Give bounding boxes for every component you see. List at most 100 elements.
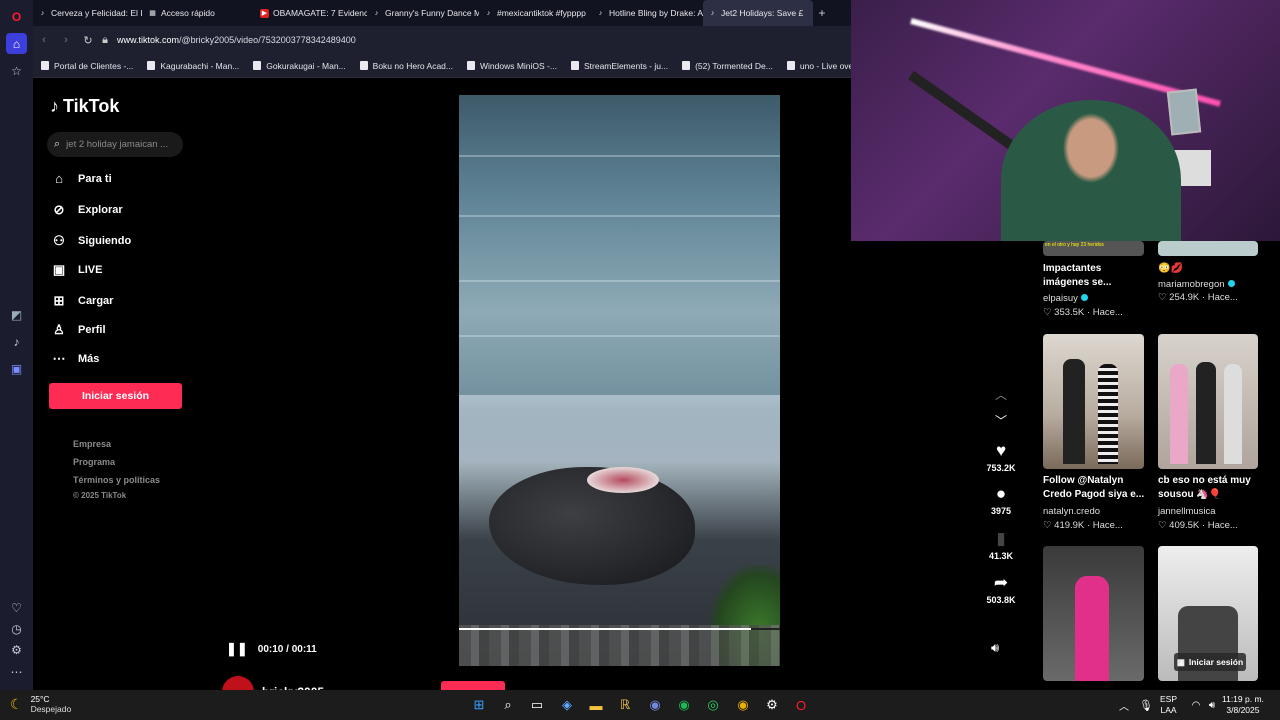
url-host: www.tiktok.com (117, 35, 180, 45)
search-icon: ⌕ (54, 138, 61, 150)
video-title[interactable]: Follow @Natalyn Credo Pagod siya e... (1043, 474, 1148, 502)
video-thumbnail[interactable] (1043, 334, 1144, 469)
new-tab-button[interactable]: + (813, 6, 831, 20)
footer-link-empresa[interactable]: Empresa (73, 439, 111, 449)
video-thumbnail[interactable]: en el otro y hay 23 heridos (1043, 241, 1144, 256)
tiktok-icon: ♪ (374, 9, 379, 17)
star-icon[interactable]: ☆ (6, 60, 27, 81)
tab-3[interactable]: ♪ Granny's Funny Dance Mo (367, 0, 479, 26)
next-video-icon[interactable]: ﹀ (992, 412, 1010, 429)
video-title[interactable]: 😳💋 (1158, 262, 1263, 276)
video-title[interactable]: cb eso no está muy sousou 🦄🎈 (1158, 474, 1263, 502)
nav-explorar[interactable]: ⊘ Explorar (50, 202, 123, 218)
discord-icon[interactable]: ◉ (645, 695, 665, 715)
nav-para-ti[interactable]: ⌂ Para ti (50, 171, 112, 186)
bookmark-item[interactable]: (52) Tormented De... (682, 61, 773, 71)
language-indicator[interactable]: ESP LAA (1160, 694, 1177, 716)
search-input[interactable]: ⌕ jet 2 holiday jamaican ... (47, 132, 183, 157)
volume-icon[interactable]: 🔊︎ (991, 640, 999, 656)
tiktok-sidebar-icon[interactable]: ♪ (6, 331, 27, 352)
tab-0[interactable]: ♪ Cerveza y Felicidad: El Imp (33, 0, 143, 26)
heart-icon[interactable]: ♡ (6, 597, 27, 618)
app-icon[interactable]: ℝ (615, 695, 635, 715)
nav-live[interactable]: ▣ LIVE (50, 262, 103, 278)
volume-icon[interactable]: 🔊︎ (1202, 695, 1222, 715)
login-button[interactable]: Iniciar sesión (49, 383, 182, 409)
comment-icon: ● (995, 484, 1007, 503)
comment-action[interactable]: ● 3975 (976, 484, 1026, 516)
opera-logo-icon[interactable]: O (6, 6, 27, 27)
bookmark-item[interactable]: Boku no Hero Acad... (359, 61, 453, 71)
video-user[interactable]: jannellmusica (1158, 506, 1216, 517)
video-progress-bar[interactable] (459, 628, 780, 630)
messenger-icon[interactable]: ▣ (6, 358, 27, 379)
prev-video-icon[interactable]: ︿ (992, 386, 1010, 403)
video-user[interactable]: natalyn.credo (1043, 506, 1100, 517)
video-age: Hace... (1207, 520, 1238, 531)
bookmark-label: Gokurakugai - Man... (266, 60, 346, 71)
windows-start-icon[interactable]: ⊞ (469, 695, 489, 715)
watermelon-slice (587, 467, 659, 493)
video-stats: ♡ 419.9K · Hace... (1043, 520, 1123, 531)
tiktok-logo[interactable]: ♪ TikTok (50, 96, 119, 117)
forward-icon[interactable]: › (55, 34, 77, 46)
video-thumbnail[interactable] (1043, 546, 1144, 681)
settings-icon[interactable]: ⚙ (6, 639, 27, 660)
bookmark-item[interactable]: StreamElements - ju... (570, 61, 668, 71)
tab-6[interactable]: ♪ Jet2 Holidays: Save £ (703, 0, 813, 26)
search-placeholder: jet 2 holiday jamaican ... (66, 139, 169, 150)
tab-5[interactable]: ♪ Hotline Bling by Drake: A (591, 0, 703, 26)
footer-link-programa[interactable]: Programa (73, 457, 115, 467)
playback-controls: ❚❚ 00:10 / 00:11 (226, 641, 317, 657)
person-figure (1063, 359, 1085, 464)
spotify-icon[interactable]: ◉ (674, 695, 694, 715)
home-icon[interactable]: ⌂ (6, 33, 27, 54)
footer-link-terminos[interactable]: Términos y políticas (73, 475, 160, 485)
bookmark-item[interactable]: Windows MiniOS -... (466, 61, 557, 71)
url-field[interactable]: www.tiktok.com/@bricky2005/video/7532003… (117, 35, 356, 45)
nav-perfil[interactable]: ♙ Perfil (50, 322, 105, 338)
like-action[interactable]: ♥ 753.2K (976, 441, 1026, 473)
profile-icon: ♙ (53, 322, 65, 337)
copilot-icon[interactable]: ◈ (557, 695, 577, 715)
search-icon[interactable]: ⌕ (498, 695, 518, 715)
aria-icon[interactable]: ◩ (6, 304, 27, 325)
bookmark-item[interactable]: Kagurabachi - Man... (147, 61, 239, 71)
back-icon[interactable]: ‹ (33, 34, 55, 46)
file-explorer-icon[interactable]: ▬ (586, 695, 606, 715)
video-thumbnail[interactable] (1158, 241, 1258, 256)
tab-1[interactable]: ▦ Acceso rápido (143, 0, 255, 26)
mic-icon[interactable]: 🎙︎ (1136, 695, 1156, 715)
reload-icon[interactable]: ↻ (77, 34, 99, 47)
clock[interactable]: 11:19 p. m. 3/8/2025 (1222, 694, 1264, 716)
task-view-icon[interactable]: ▭ (527, 695, 547, 715)
video-user[interactable]: mariamobregon (1158, 279, 1235, 290)
nav-siguiendo[interactable]: ⚇ Siguiendo (50, 233, 131, 249)
video-player[interactable] (459, 95, 780, 666)
nav-cargar[interactable]: ⊞ Cargar (50, 293, 114, 309)
opera-icon[interactable]: O (791, 695, 811, 715)
video-user[interactable]: elpaisuy (1043, 293, 1088, 304)
more-dots-icon[interactable]: ⋯ (6, 661, 27, 682)
grid-login-button[interactable]: ▦ Iniciar sesión (1174, 653, 1246, 671)
share-action[interactable]: ➦ 503.8K (976, 573, 1026, 605)
bookmark-item[interactable]: Gokurakugai - Man... (253, 60, 346, 71)
tiktok-icon: ♪ (486, 9, 491, 17)
video-thumbnail[interactable] (1158, 334, 1258, 469)
whatsapp-icon[interactable]: ◎ (703, 695, 723, 715)
weather-widget[interactable]: ☾ 25°C Despejado (10, 694, 71, 714)
streamer (1001, 100, 1181, 241)
tray-chevron-icon[interactable]: ︿ (1114, 695, 1134, 715)
video-title[interactable]: Impactantes imágenes se... (1043, 262, 1148, 290)
history-icon[interactable]: ◷ (6, 618, 27, 639)
bookmark-item[interactable]: Portal de Clientes -... (41, 61, 133, 71)
settings-icon[interactable]: ⚙ (762, 695, 782, 715)
nav-mas[interactable]: ⋯ Más (50, 351, 100, 367)
tab-label: OBAMAGATE: 7 Evidencia (273, 8, 367, 18)
pause-icon[interactable]: ❚❚ (226, 641, 248, 657)
save-action[interactable]: ▮ 41.3K (976, 529, 1026, 561)
tab-4[interactable]: ♪ #mexicantiktok #fypppp (479, 0, 591, 26)
wall-frame (1166, 88, 1202, 136)
tab-2[interactable]: ▶ OBAMAGATE: 7 Evidencia (255, 0, 367, 26)
chrome-icon[interactable]: ◉ (733, 695, 753, 715)
